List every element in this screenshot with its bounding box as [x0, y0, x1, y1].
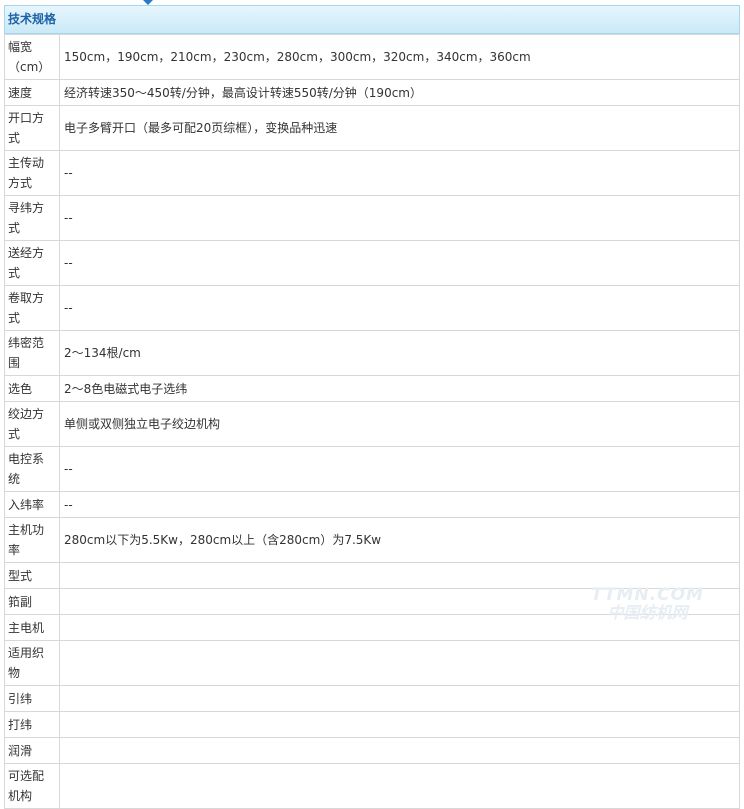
- spec-row: 电控系统 --: [4, 446, 740, 492]
- spec-label: 送经方式: [4, 240, 60, 286]
- spec-label: 打纬: [4, 711, 60, 738]
- spec-label: 电控系统: [4, 446, 60, 492]
- spec-row: 可选配机构: [4, 763, 740, 809]
- spec-label: 入纬率: [4, 491, 60, 518]
- spec-label: 主电机: [4, 614, 60, 641]
- watermark-line2: 中国纺机网: [607, 603, 688, 622]
- spec-row: 打纬: [4, 711, 740, 738]
- spec-table: 幅宽（cm） 150cm，190cm，210cm，230cm，280cm，300c…: [4, 34, 740, 809]
- spec-value: --: [59, 285, 740, 331]
- spec-panel: 技术规格 幅宽（cm） 150cm，190cm，210cm，230cm，280cm…: [4, 5, 740, 809]
- spec-value: [59, 640, 740, 686]
- spec-label: 绞边方式: [4, 401, 60, 447]
- spec-row: 入纬率 --: [4, 491, 740, 518]
- spec-header: 技术规格: [4, 5, 740, 34]
- spec-row: 主传动方式 --: [4, 150, 740, 196]
- spec-value: [59, 763, 740, 809]
- spec-value: --: [59, 446, 740, 492]
- spec-row: 纬密范围 2～134根/cm: [4, 330, 740, 376]
- spec-label: 选色: [4, 375, 60, 402]
- spec-row: 选色 2～8色电磁式电子选纬: [4, 375, 740, 402]
- spec-row: 送经方式 --: [4, 240, 740, 286]
- spec-row: 卷取方式 --: [4, 285, 740, 331]
- spec-label: 卷取方式: [4, 285, 60, 331]
- spec-label: 引纬: [4, 685, 60, 712]
- spec-value: 经济转速350～450转/分钟，最高设计转速550转/分钟（190cm）: [59, 79, 740, 106]
- spec-row: 适用织物: [4, 640, 740, 686]
- spec-value: 150cm，190cm，210cm，230cm，280cm，300cm，320c…: [59, 34, 740, 80]
- spec-value: --: [59, 150, 740, 196]
- spec-value: 单侧或双侧独立电子绞边机构: [59, 401, 740, 447]
- spec-row: 主机功率 280cm以下为5.5Kw，280cm以上（含280cm）为7.5Kw: [4, 517, 740, 563]
- spec-label: 寻纬方式: [4, 195, 60, 241]
- spec-value: --: [59, 195, 740, 241]
- spec-value: [59, 737, 740, 764]
- spec-value: --: [59, 491, 740, 518]
- spec-value: [59, 685, 740, 712]
- spec-value: 2～8色电磁式电子选纬: [59, 375, 740, 402]
- spec-label: 主传动方式: [4, 150, 60, 196]
- spec-row: 速度 经济转速350～450转/分钟，最高设计转速550转/分钟（190cm）: [4, 79, 740, 106]
- spec-label: 适用织物: [4, 640, 60, 686]
- spec-row: 润滑: [4, 737, 740, 764]
- spec-label: 润滑: [4, 737, 60, 764]
- spec-row: 引纬: [4, 685, 740, 712]
- spec-value: 280cm以下为5.5Kw，280cm以上（含280cm）为7.5Kw: [59, 517, 740, 563]
- spec-label: 型式: [4, 562, 60, 589]
- watermark-line1: TTMN.COM: [590, 585, 704, 605]
- spec-label: 主机功率: [4, 517, 60, 563]
- spec-label: 速度: [4, 79, 60, 106]
- spec-label: 开口方式: [4, 105, 60, 151]
- spec-row: 幅宽（cm） 150cm，190cm，210cm，230cm，280cm，300c…: [4, 34, 740, 80]
- spec-value: 电子多臂开口（最多可配20页综框），变换品种迅速: [59, 105, 740, 151]
- spec-value: --: [59, 240, 740, 286]
- watermark-logo: TTMN.COM 中国纺机网: [591, 586, 704, 622]
- spec-label: 筘副: [4, 588, 60, 615]
- spec-label: 幅宽（cm）: [4, 34, 60, 80]
- spec-value: 2～134根/cm: [59, 330, 740, 376]
- spec-row: 开口方式 电子多臂开口（最多可配20页综框），变换品种迅速: [4, 105, 740, 151]
- spec-value: [59, 711, 740, 738]
- spec-label: 可选配机构: [4, 763, 60, 809]
- spec-row: 绞边方式 单侧或双侧独立电子绞边机构: [4, 401, 740, 447]
- spec-row: 寻纬方式 --: [4, 195, 740, 241]
- spec-label: 纬密范围: [4, 330, 60, 376]
